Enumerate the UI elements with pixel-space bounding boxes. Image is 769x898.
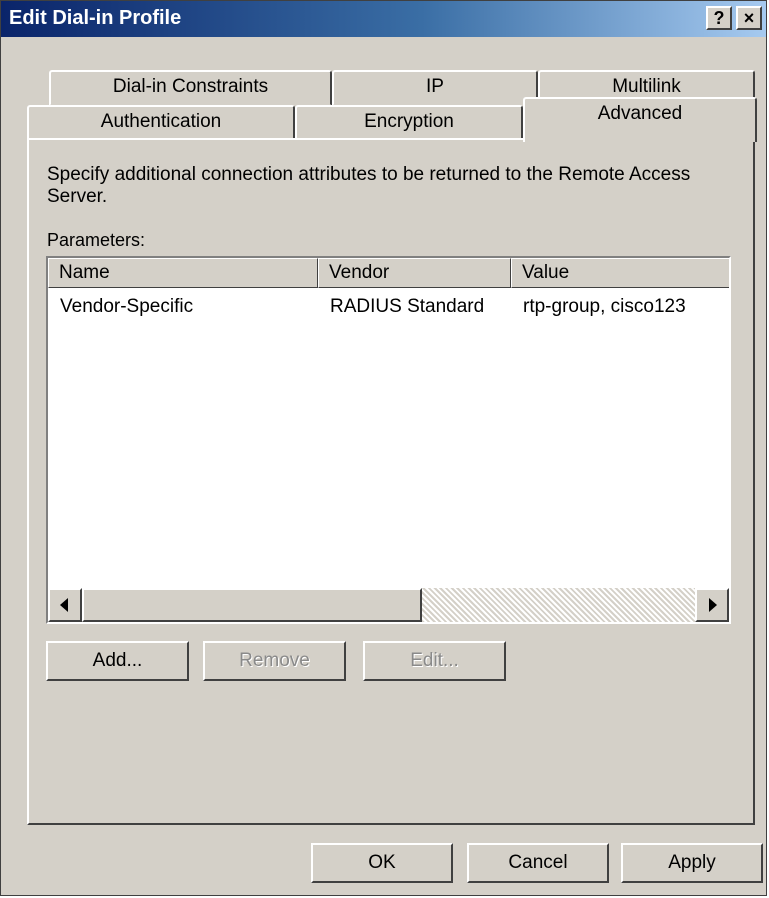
help-icon: ? — [713, 8, 725, 28]
tab-authentication[interactable]: Authentication — [27, 105, 295, 141]
list-item-name: Vendor-Specific — [60, 296, 194, 317]
close-button[interactable]: × — [736, 6, 762, 30]
list-item-vendor: RADIUS Standard — [330, 296, 485, 317]
parameters-label: Parameters: — [47, 230, 146, 250]
list-item-value: rtp-group, cisco123 — [523, 296, 686, 317]
description-text: Specify additional connection attributes… — [47, 164, 691, 207]
help-button[interactable]: ? — [706, 6, 732, 30]
column-header-value[interactable]: Value — [511, 258, 729, 288]
close-icon: × — [743, 8, 755, 28]
ok-button[interactable]: OK — [311, 843, 453, 883]
tab-advanced[interactable]: Advanced — [523, 97, 757, 142]
tab-encryption[interactable]: Encryption — [295, 105, 523, 141]
tab-dial-in-constraints[interactable]: Dial-in Constraints — [49, 70, 332, 106]
scroll-left-icon — [60, 598, 68, 612]
parameters-list[interactable]: Name Vendor Value Vendor-Specific RADIUS… — [46, 256, 731, 624]
title-bar[interactable]: Edit Dial-in Profile ? × — [1, 1, 766, 37]
tab-label: Encryption — [364, 111, 454, 132]
column-header-name[interactable]: Name — [48, 258, 318, 288]
scroll-right-button[interactable] — [695, 588, 729, 622]
window-title: Edit Dial-in Profile — [9, 7, 182, 29]
scroll-thumb[interactable] — [82, 588, 422, 622]
horizontal-scrollbar[interactable] — [48, 588, 729, 622]
scroll-right-icon — [709, 598, 717, 612]
remove-button[interactable]: Remove — [203, 641, 346, 681]
tab-ip[interactable]: IP — [332, 70, 538, 106]
column-header-vendor[interactable]: Vendor — [318, 258, 511, 288]
tab-label: Multilink — [612, 76, 681, 97]
tab-label: IP — [426, 76, 444, 97]
apply-button[interactable]: Apply — [621, 843, 763, 883]
tab-label: Authentication — [100, 111, 222, 132]
scroll-left-button[interactable] — [48, 588, 82, 622]
scroll-track[interactable] — [422, 588, 695, 622]
edit-button[interactable]: Edit... — [363, 641, 506, 681]
cancel-button[interactable]: Cancel — [467, 843, 609, 883]
add-button[interactable]: Add... — [46, 641, 189, 681]
edit-dial-in-profile-dialog: Edit Dial-in Profile ? × Dial-in Constra… — [0, 0, 767, 896]
tab-label: Dial-in Constraints — [112, 76, 269, 97]
tab-label: Advanced — [597, 103, 683, 124]
